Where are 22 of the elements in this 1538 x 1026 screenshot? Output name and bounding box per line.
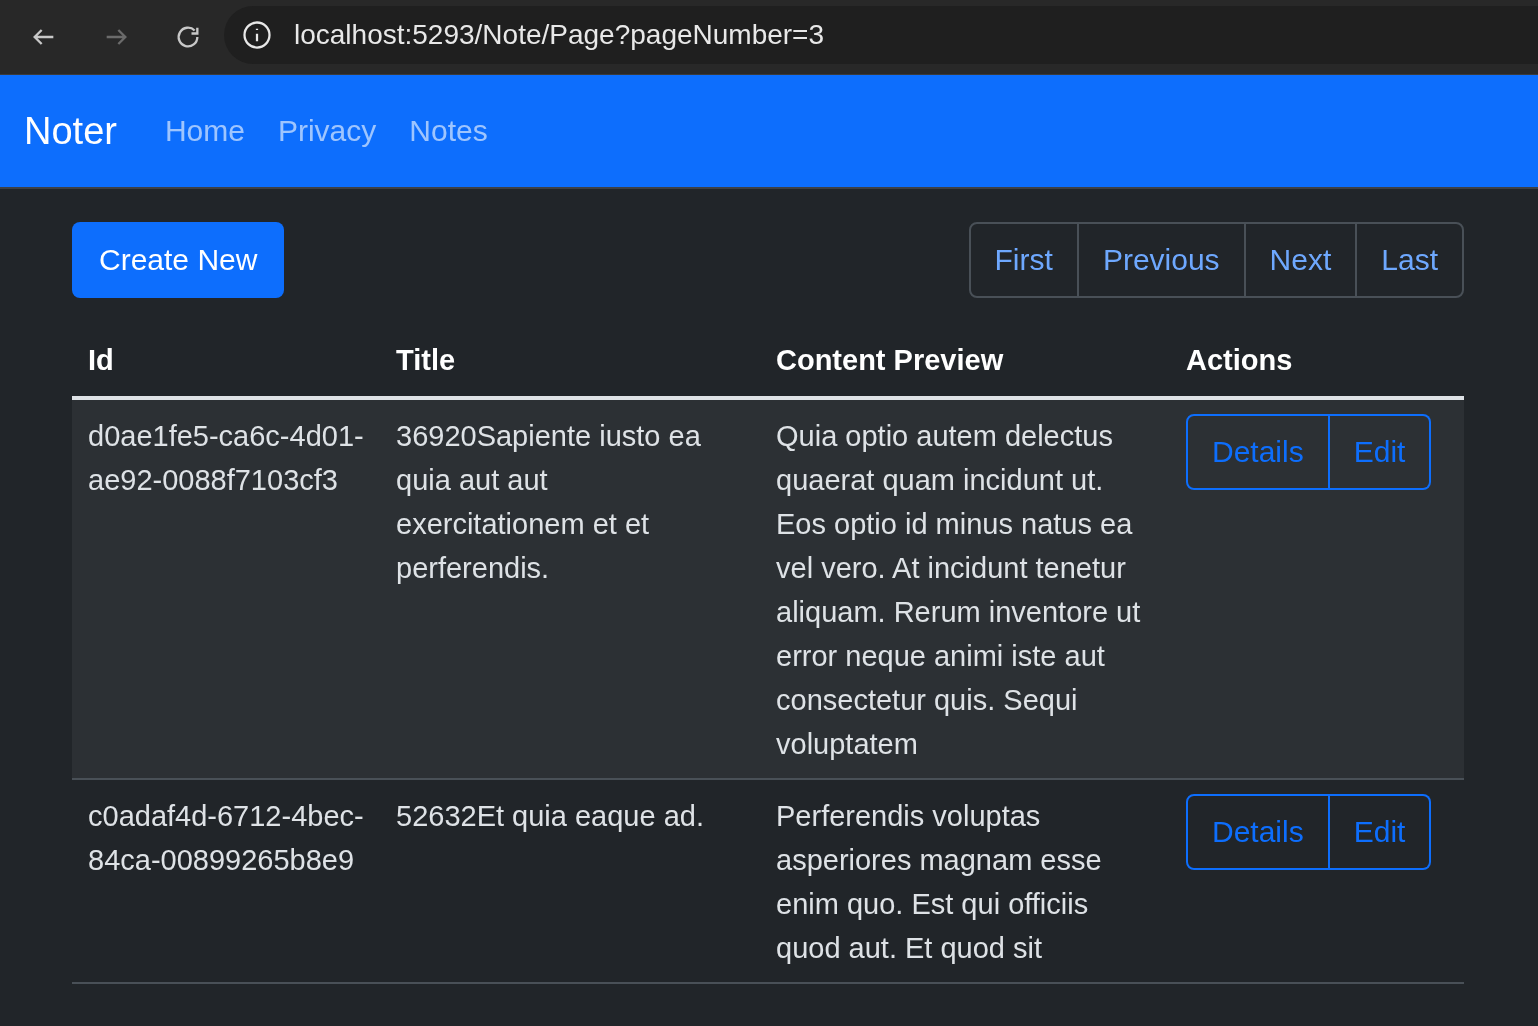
page-link[interactable]: Previous <box>1076 224 1244 296</box>
table-cell: c0adaf4d-6712-4bec-84ca-00899265b8e9 <box>72 779 380 983</box>
create-new-button[interactable]: Create New <box>72 222 285 298</box>
edit-button[interactable]: Edit <box>1329 414 1432 490</box>
url-text: localhost:5293/Note/Page?pageNumber=3 <box>294 19 825 51</box>
nav-link[interactable]: Notes <box>409 114 488 148</box>
page-link[interactable]: Last <box>1355 224 1462 296</box>
nav-link[interactable]: Privacy <box>277 114 377 148</box>
table-cell: Perferendis voluptas asperiores magnam esse enim quo. Est qui officiis quod aut. Et quod sit <box>760 779 1170 983</box>
page-link[interactable]: Next <box>1243 224 1356 296</box>
table-cell: 36920Sapiente iusto ea quia aut aut exercitationem et et perferendis. <box>380 398 760 779</box>
details-button[interactable]: Details <box>1186 414 1330 490</box>
info-icon <box>242 20 272 50</box>
edit-button[interactable]: Edit <box>1329 794 1432 870</box>
table-cell: Quia optio autem delectus quaerat quam incidunt ut. Eos optio id minus natus ea vel vero. At incidunt tenetur aliquam. Rerum inventore ut error neque animi iste aut consectetur quis. Sequi voluptatem <box>760 398 1170 779</box>
brand-link[interactable]: Noter <box>24 109 117 153</box>
table-cell: d0ae1fe5-ca6c-4d01-ae92-0088f7103cf3 <box>72 398 380 779</box>
table-cell: 52632Et quia eaque ad. <box>380 779 760 983</box>
page-link[interactable]: First <box>970 224 1077 296</box>
details-button[interactable]: Details <box>1186 794 1330 870</box>
nav-link[interactable]: Home <box>164 114 245 148</box>
address-bar[interactable]: localhost:5293/Note/Page?pageNumber=3 <box>224 6 1538 64</box>
